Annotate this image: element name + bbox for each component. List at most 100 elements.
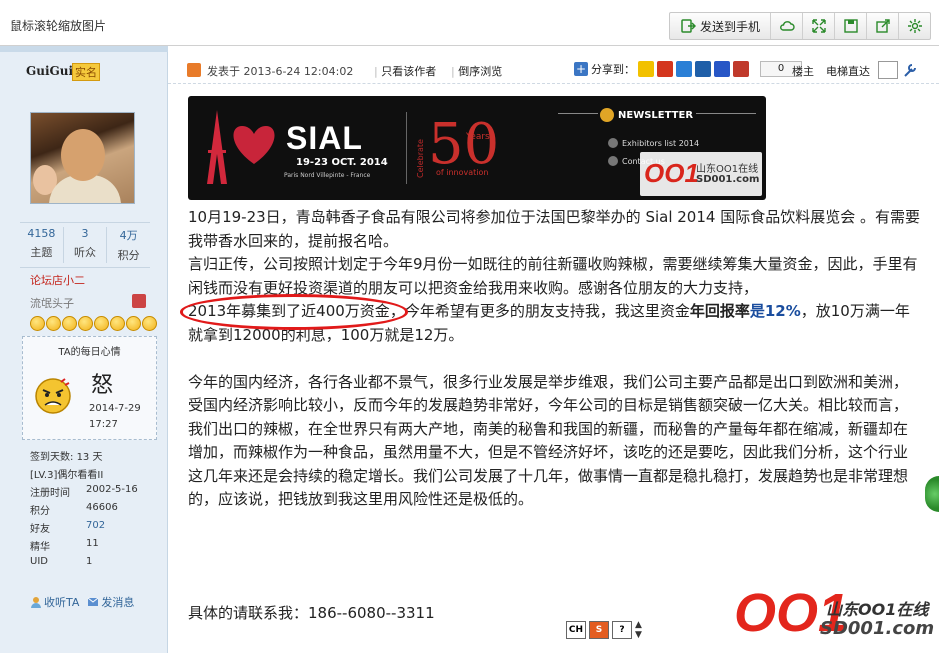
mood-word: 怒: [91, 373, 114, 398]
paragraph-sial: 10月19-23日，青岛韩香子食品有限公司将参加位于法国巴黎举办的 Sial 2…: [188, 208, 920, 250]
smiley-icon: [94, 316, 109, 331]
info-value: 1: [86, 556, 93, 567]
share-button[interactable]: [866, 13, 898, 39]
watermark-cn: 山东OO1在线: [696, 164, 759, 175]
ime-menu-arrow-icon[interactable]: ▲ ▼: [635, 620, 642, 640]
user-subrank: 流氓头子: [30, 297, 74, 310]
follow-label: 收听TA: [44, 596, 80, 609]
kaixin-icon[interactable]: [733, 61, 749, 77]
watermark-cn: 山东OO1在线: [826, 600, 929, 619]
floor-jump-input[interactable]: [878, 61, 898, 79]
stat-points[interactable]: 4万 积分: [106, 227, 150, 263]
stat-listeners-label: 听众: [74, 246, 96, 259]
ime-toolbar: CH S ? ▲ ▼: [566, 620, 642, 640]
post-header: 发表于 2013-6-24 12:04:02 | 只看该作者 | 倒序浏览 + …: [168, 56, 939, 84]
share-to-label: 分享到：: [591, 63, 635, 76]
info-value: 46606: [86, 502, 118, 513]
smiley-icon: [110, 316, 125, 331]
ime-s-button[interactable]: S: [589, 621, 609, 639]
mood-date: 2014-7-29: [89, 403, 141, 414]
reverse-order-link[interactable]: | 倒序浏览: [451, 63, 502, 79]
smiley-icon: [142, 316, 157, 331]
share-bar: + 分享到： 0: [574, 61, 802, 77]
mood-datetime: 2014-7-29 17:27: [89, 401, 141, 433]
site-watermark: OO1 山东OO1在线 SD001.com: [734, 576, 939, 653]
blue-rate-text: 是12%: [749, 302, 801, 320]
baidu-icon[interactable]: [714, 61, 730, 77]
friends-link[interactable]: 702: [86, 520, 105, 538]
qq-icon[interactable]: [676, 61, 692, 77]
real-name-badge: 实名: [72, 63, 100, 81]
info-row-registered: 注册时间 2002-5-16: [30, 484, 156, 502]
save-icon: [843, 19, 858, 33]
rank-medal-icon: [132, 294, 146, 308]
sidebar-top-strip: [0, 46, 168, 52]
stat-points-label: 积分: [117, 249, 140, 262]
author-username[interactable]: GuiGui: [26, 64, 73, 78]
user-rank[interactable]: 论坛店小二: [30, 272, 85, 288]
stat-topics-value: 4158: [27, 227, 56, 240]
stat-listeners-value: 3: [81, 227, 89, 240]
send-to-phone-button[interactable]: 发送到手机: [670, 13, 770, 39]
info-key: UID: [30, 556, 48, 567]
smiley-icon: [62, 316, 77, 331]
info-value: 13 天: [76, 452, 103, 463]
level-smileys: [30, 316, 157, 331]
info-key[interactable]: [LV.3]偶尔看看II: [30, 466, 103, 484]
sial-banner-image: SIAL 19-23 OCT. 2014 Paris Nord Villepin…: [188, 96, 766, 200]
ime-help-button[interactable]: ?: [612, 621, 632, 639]
info-key: 积分: [30, 506, 50, 517]
author-stats: 4158 主题 3 听众 4万 积分: [20, 222, 150, 268]
bold-return-rate: 年回报率: [689, 302, 750, 320]
elevator-label: 电梯直达: [826, 65, 870, 78]
toolbar-button-group: 发送到手机: [669, 12, 931, 40]
info-key: 精华: [30, 542, 50, 553]
info-row-points: 积分 46606: [30, 502, 156, 520]
watermark-url: SD001.com: [696, 174, 760, 185]
wrench-go-icon[interactable]: [902, 61, 918, 79]
banner-years: Years: [466, 132, 490, 142]
stat-points-value: 4万: [119, 229, 138, 242]
ime-ch-button[interactable]: CH: [566, 621, 586, 639]
share-icon: [875, 19, 890, 33]
fullscreen-button[interactable]: [802, 13, 834, 39]
banner-innovation: of innovation: [436, 168, 489, 177]
renren-icon[interactable]: [695, 61, 711, 77]
follow-icon: [31, 597, 41, 608]
qzone-star-icon[interactable]: [638, 61, 654, 77]
author-info: 签到天数: 13 天 [LV.3]偶尔看看II 注册时间 2002-5-16 积…: [30, 448, 156, 574]
sidebar-actions: 收听TA 发消息: [30, 594, 134, 610]
share-plus-icon[interactable]: +: [574, 62, 588, 76]
daily-mood-card: TA的每日心情 怒 2014-7-29 17:27: [22, 336, 157, 440]
stat-topics[interactable]: 4158 主题: [20, 227, 63, 263]
only-author-link[interactable]: | 只看该作者: [374, 63, 436, 79]
weibo-icon[interactable]: [657, 61, 673, 77]
save-button[interactable]: [834, 13, 866, 39]
smiley-icon: [46, 316, 61, 331]
follow-link[interactable]: 收听TA: [30, 594, 79, 610]
floor-label: 楼主: [792, 65, 814, 78]
info-key: 好友: [30, 524, 50, 535]
cloud-button[interactable]: [770, 13, 802, 39]
send-message-link[interactable]: 发消息: [87, 594, 134, 610]
banner-line: [696, 113, 756, 114]
text-segment: ，今年希望有更多的朋友支持我，我这里资金: [389, 302, 690, 320]
info-row-essence: 精华 11: [30, 538, 156, 556]
top-toolbar: 鼠标滚轮缩放图片 发送到手机: [0, 0, 939, 46]
settings-button[interactable]: [898, 13, 930, 39]
floating-side-button[interactable]: [925, 476, 939, 512]
info-key: 注册时间: [30, 488, 70, 499]
stat-listeners[interactable]: 3 听众: [62, 227, 107, 263]
post-timestamp: 发表于 2013-6-24 12:04:02: [207, 65, 354, 78]
mood-title: TA的每日心情: [58, 347, 121, 358]
info-row-checkin: 签到天数: 13 天: [30, 448, 156, 466]
banner-exhibitors: Exhibitors list 2014: [608, 138, 699, 148]
banner-date: 19-23 OCT. 2014: [296, 157, 388, 168]
only-author-label: 只看该作者: [381, 65, 437, 78]
send-message-label: 发消息: [101, 596, 135, 609]
avatar[interactable]: [30, 112, 135, 204]
user-online-icon: [187, 63, 201, 77]
expand-icon: [811, 19, 826, 33]
stat-topics-label: 主题: [30, 246, 53, 259]
